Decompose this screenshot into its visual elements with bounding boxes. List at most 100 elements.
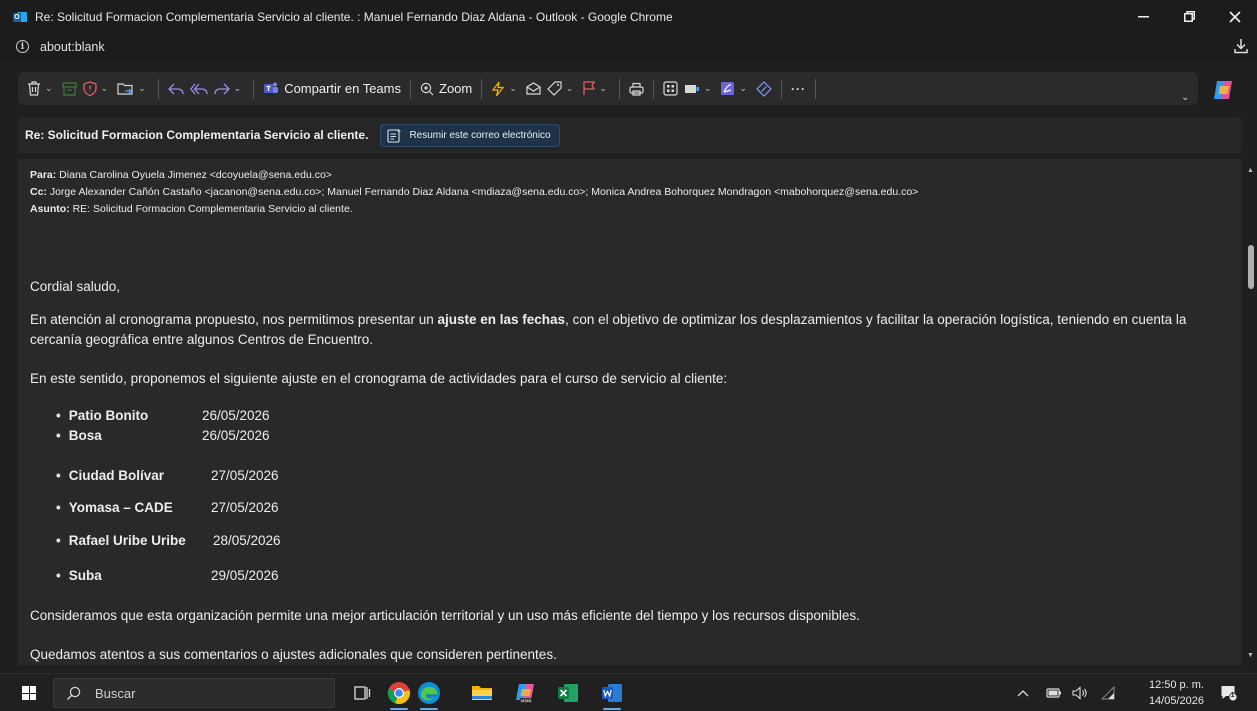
greeting: Cordial saludo,: [30, 279, 121, 294]
apps-button[interactable]: [660, 75, 681, 103]
info-icon[interactable]: i: [16, 40, 29, 53]
scroll-up-icon[interactable]: ▲: [1247, 167, 1254, 174]
scrollbar[interactable]: ▲ ▼: [1245, 159, 1257, 665]
minimize-icon: [1137, 15, 1149, 17]
intro-text: En atención al cronograma propuesto, nos…: [30, 312, 438, 327]
flag-button[interactable]: ⌄: [579, 75, 613, 103]
separator: [410, 78, 411, 99]
close-button[interactable]: [1218, 0, 1252, 33]
list-item: • Bosa: [56, 428, 102, 443]
reply-icon: [167, 83, 184, 94]
edge-icon[interactable]: [417, 681, 441, 705]
chrome-icon[interactable]: [387, 681, 411, 705]
chevron-down-icon[interactable]: ⌄: [509, 83, 517, 94]
reply-all-icon: [189, 83, 208, 94]
report-button[interactable]: ⌄: [80, 75, 115, 103]
subject-label: Asunto:: [30, 203, 70, 215]
chevron-down-icon[interactable]: ⌄: [101, 83, 109, 94]
rules-button[interactable]: ⌄: [488, 75, 523, 103]
copilot-button[interactable]: [1203, 73, 1243, 106]
schedule-date: 26/05/2026: [202, 428, 270, 443]
chevron-down-icon[interactable]: ⌄: [566, 83, 574, 94]
tray-chevron[interactable]: [1017, 674, 1029, 711]
summarize-button[interactable]: Resumir este correo electrónico: [380, 123, 560, 147]
m365-icon[interactable]: M365: [514, 681, 538, 705]
schedule-date: 29/05/2026: [211, 568, 279, 583]
move-button[interactable]: ⌄: [114, 75, 152, 103]
pdf-button[interactable]: ⌄: [717, 75, 753, 103]
print-button[interactable]: [626, 75, 647, 103]
delete-button[interactable]: ⌄: [24, 75, 59, 103]
pdf-icon: [721, 82, 735, 95]
excel-icon[interactable]: [556, 681, 580, 705]
wifi-icon: [1100, 686, 1115, 700]
more-icon: ···: [790, 81, 806, 96]
list-item: • Rafael Uribe Uribe: [56, 533, 186, 548]
to-label: Para:: [30, 169, 57, 181]
summary-icon: [387, 128, 402, 143]
restore-icon: [1183, 11, 1195, 22]
forward-button[interactable]: ⌄: [211, 75, 248, 103]
address-bar[interactable]: i about:blank: [0, 33, 1257, 60]
teams-icon: [264, 82, 279, 93]
more-options-button[interactable]: ···: [788, 75, 809, 103]
envelope-open-icon: [526, 82, 541, 95]
volume-status[interactable]: [1072, 674, 1088, 711]
list-item: • Patio Bonito: [56, 408, 149, 423]
scrollbar-thumb[interactable]: [1248, 245, 1254, 289]
chevron-down-icon[interactable]: ⌄: [45, 83, 53, 94]
view-button[interactable]: ⌄: [681, 75, 718, 103]
chevron-down-icon[interactable]: ⌄: [704, 83, 712, 94]
list-item: • Ciudad Bolívar: [56, 468, 164, 483]
taskbar-search[interactable]: Buscar: [53, 678, 335, 708]
outlook-icon: O: [13, 11, 27, 23]
paragraph-intro: En atención al cronograma propuesto, nos…: [30, 310, 1220, 350]
notification-center-button[interactable]: 1: [1220, 684, 1238, 702]
search-placeholder: Buscar: [95, 685, 136, 701]
subject-value: RE: Solicitud Formacion Complementaria S…: [69, 203, 353, 215]
scroll-down-icon[interactable]: ▼: [1247, 652, 1254, 659]
forward-icon: [213, 83, 230, 94]
categorize-button[interactable]: ⌄: [544, 75, 580, 103]
restore-button[interactable]: [1172, 0, 1206, 33]
chevron-down-icon[interactable]: ⌄: [1181, 92, 1189, 103]
zoom-icon: [420, 82, 434, 95]
window-title: Re: Solicitud Formacion Complementaria S…: [35, 9, 673, 24]
network-status[interactable]: [1100, 674, 1116, 711]
clock-date: 14/05/2026: [1148, 695, 1204, 707]
ribbon: ⌄ ⌄ ⌄ ⌄ Compartir en Teams Zoom ⌄ ⌄ ⌄ ⌄ …: [18, 72, 1198, 105]
chevron-down-icon[interactable]: ⌄: [138, 83, 146, 94]
chevron-down-icon[interactable]: ⌄: [599, 83, 607, 94]
separator: [780, 78, 782, 99]
share-teams-label: Compartir en Teams: [284, 81, 401, 96]
mark-read-button[interactable]: [523, 75, 544, 103]
start-button[interactable]: [22, 686, 36, 700]
folder-move-icon: [117, 82, 133, 95]
volume-icon: [1072, 686, 1087, 700]
active-indicator: [603, 708, 621, 710]
reply-all-button[interactable]: [187, 75, 211, 103]
schedule-date: 28/05/2026: [213, 533, 281, 548]
email-header: Para: Diana Carolina Oyuela Jimenez <dco…: [30, 167, 918, 218]
address-text[interactable]: about:blank: [40, 40, 105, 54]
share-teams-button[interactable]: Compartir en Teams: [260, 75, 404, 103]
trash-icon: [28, 81, 40, 96]
schedule-place: Yomasa – CADE: [68, 500, 173, 515]
minimize-button[interactable]: [1126, 0, 1160, 33]
reply-button[interactable]: [165, 75, 187, 103]
chevron-down-icon[interactable]: ⌄: [739, 83, 747, 94]
addin-button[interactable]: [753, 75, 775, 103]
download-icon[interactable]: [1233, 38, 1249, 54]
toolbar: ⌄ ⌄ ⌄ ⌄ Compartir en Teams Zoom ⌄ ⌄ ⌄ ⌄ …: [0, 60, 1257, 115]
chevron-down-icon[interactable]: ⌄: [234, 83, 242, 94]
file-explorer-icon[interactable]: [470, 681, 494, 705]
task-view-icon[interactable]: [350, 681, 374, 705]
battery-status[interactable]: [1046, 674, 1062, 711]
notification-icon: [1221, 686, 1238, 702]
word-icon[interactable]: [600, 681, 624, 705]
tag-icon: [546, 81, 562, 96]
system-clock[interactable]: 12:50 p. m. 14/05/2026: [1142, 677, 1204, 709]
chevron-up-icon: [1017, 690, 1029, 697]
zoom-button[interactable]: Zoom: [417, 75, 475, 103]
archive-button[interactable]: [59, 75, 80, 103]
